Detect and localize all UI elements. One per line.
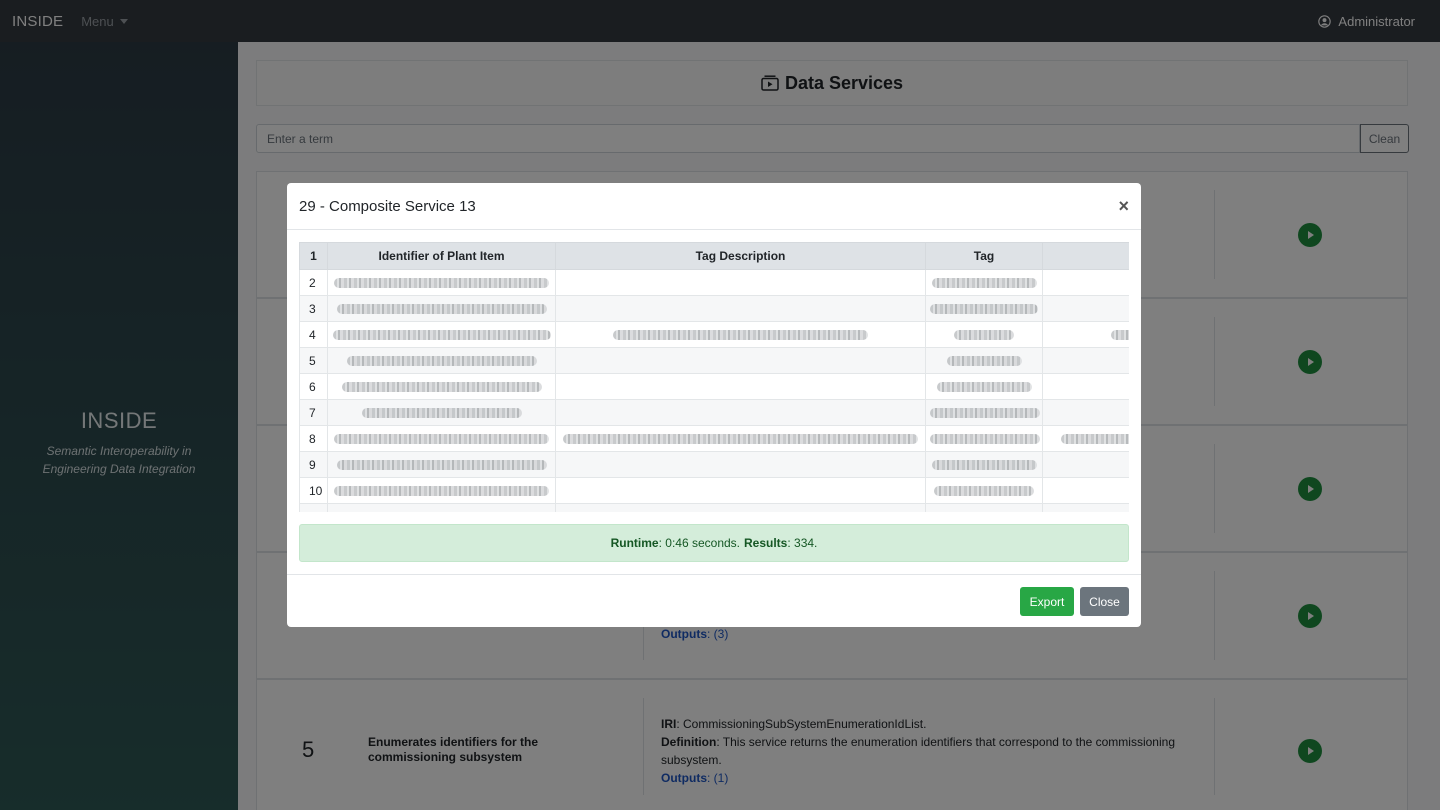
export-button[interactable]: Export	[1020, 587, 1074, 616]
table-cell-redacted	[925, 321, 1043, 348]
table-cell-redacted	[327, 373, 556, 400]
table-cell-redacted	[925, 347, 1043, 374]
row-number: 5	[299, 347, 328, 374]
table-header-row: 1 Identifier of Plant Item Tag Descripti…	[299, 242, 1129, 270]
results-modal: 29 - Composite Service 13 × 1 Identifier…	[287, 183, 1141, 627]
table-cell	[555, 295, 926, 322]
table-cell	[1042, 347, 1129, 374]
close-button[interactable]: Close	[1080, 587, 1129, 616]
table-cell	[555, 347, 926, 374]
table-cell-redacted	[327, 269, 556, 296]
table-cell	[555, 451, 926, 478]
table-cell-redacted	[327, 451, 556, 478]
results-label: Results	[744, 536, 788, 550]
row-number	[299, 503, 328, 512]
table-cell	[1042, 295, 1129, 322]
table-row: 3	[299, 295, 1129, 322]
table-row: 5	[299, 347, 1129, 374]
table-cell	[1042, 373, 1129, 400]
table-cell-redacted	[925, 269, 1043, 296]
table-cell-redacted	[327, 321, 556, 348]
table-cell-redacted	[327, 347, 556, 374]
table-cell	[1042, 399, 1129, 426]
table-row: 8	[299, 425, 1129, 452]
runtime-label: Runtime	[610, 536, 659, 550]
table-cell-redacted	[555, 321, 926, 348]
results-table-container[interactable]: 1 Identifier of Plant Item Tag Descripti…	[299, 242, 1129, 512]
table-cell-redacted	[925, 295, 1043, 322]
row-number: 10	[299, 477, 328, 504]
table-cell	[555, 399, 926, 426]
table-cell-redacted	[1042, 321, 1129, 348]
table-cell-redacted	[327, 477, 556, 504]
table-row: 9	[299, 451, 1129, 478]
column-header[interactable]: Identifier of Plant Item	[327, 242, 556, 270]
runtime-alert: Runtime: 0:46 seconds. Results: 334.	[299, 524, 1129, 562]
row-number: 3	[299, 295, 328, 322]
table-row: 6	[299, 373, 1129, 400]
row-number: 4	[299, 321, 328, 348]
table-cell-redacted	[1042, 425, 1129, 452]
table-cell	[1042, 451, 1129, 478]
table-cell	[555, 269, 926, 296]
column-header[interactable]: 1	[299, 242, 328, 270]
table-cell	[925, 503, 1043, 512]
modal-header: 29 - Composite Service 13 ×	[287, 183, 1141, 230]
table-row	[299, 503, 1129, 512]
row-number: 6	[299, 373, 328, 400]
table-cell-redacted	[555, 425, 926, 452]
results-value: : 334.	[787, 536, 818, 550]
table-cell-redacted	[925, 425, 1043, 452]
table-row: 4	[299, 321, 1129, 348]
table-cell	[555, 503, 926, 512]
column-header[interactable]: Tag Description	[555, 242, 926, 270]
table-cell	[1042, 269, 1129, 296]
column-header[interactable]	[1042, 242, 1129, 270]
table-cell-redacted	[925, 373, 1043, 400]
table-cell	[327, 503, 556, 512]
runtime-value: : 0:46 seconds.	[658, 536, 740, 550]
table-cell-redacted	[925, 477, 1043, 504]
row-number: 2	[299, 269, 328, 296]
table-row: 2	[299, 269, 1129, 296]
table-cell	[555, 477, 926, 504]
table-cell-redacted	[327, 295, 556, 322]
table-row: 7	[299, 399, 1129, 426]
close-icon[interactable]: ×	[1118, 197, 1129, 215]
table-cell-redacted	[327, 425, 556, 452]
table-row: 10	[299, 477, 1129, 504]
column-header[interactable]: Tag	[925, 242, 1043, 270]
results-table: 1 Identifier of Plant Item Tag Descripti…	[299, 242, 1129, 512]
row-number: 8	[299, 425, 328, 452]
table-cell	[555, 373, 926, 400]
row-number: 7	[299, 399, 328, 426]
table-cell-redacted	[925, 451, 1043, 478]
table-cell	[1042, 503, 1129, 512]
table-cell	[1042, 477, 1129, 504]
modal-footer: Export Close	[287, 574, 1141, 627]
modal-title: 29 - Composite Service 13	[299, 197, 476, 215]
table-cell-redacted	[925, 399, 1043, 426]
table-cell-redacted	[327, 399, 556, 426]
row-number: 9	[299, 451, 328, 478]
